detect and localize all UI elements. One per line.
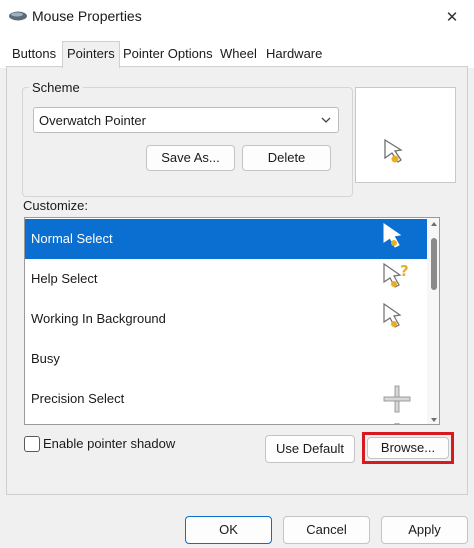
apply-button[interactable]: Apply: [381, 516, 468, 544]
tab-pointers[interactable]: Pointers: [62, 41, 120, 68]
help-cursor-icon: ?: [383, 263, 409, 288]
tab-buttons[interactable]: Buttons: [8, 44, 60, 66]
scheme-dropdown-value: Overwatch Pointer: [39, 113, 146, 128]
partial-cursor-icon: [394, 423, 400, 424]
arrow-cursor-icon: [383, 223, 402, 248]
scheme-group: [22, 87, 353, 197]
close-icon: ✕: [445, 9, 459, 26]
mouse-app-icon: [9, 11, 27, 21]
customize-label: Customize:: [23, 198, 89, 213]
list-item-label: Working In Background: [31, 311, 166, 326]
list-item-help-select[interactable]: Help Select ?: [25, 259, 427, 299]
dialog-footer: OK Cancel Apply: [0, 495, 474, 548]
mouse-properties-window: Mouse Properties ✕ Buttons Pointers Poin…: [0, 0, 474, 548]
svg-text:?: ?: [400, 263, 409, 280]
scroll-down-icon[interactable]: [430, 416, 438, 424]
list-item-precision-select[interactable]: Precision Select: [25, 379, 427, 419]
window-title: Mouse Properties: [32, 8, 142, 24]
browse-highlight-box: [362, 432, 454, 464]
tab-pointer-options[interactable]: Pointer Options: [119, 44, 217, 66]
list-scrollbar[interactable]: [427, 218, 439, 424]
list-item-partial: [25, 419, 427, 424]
working-cursor-icon: [383, 303, 402, 328]
list-item-label: Normal Select: [31, 231, 113, 246]
pointers-panel: Scheme Overwatch Pointer Save As... Dele…: [6, 67, 468, 495]
cursor-preview-box: [355, 87, 456, 183]
shadow-checkbox[interactable]: [24, 436, 40, 452]
title-bar: Mouse Properties ✕: [0, 0, 474, 34]
use-default-button[interactable]: Use Default: [265, 435, 355, 463]
list-item-working-in-background[interactable]: Working In Background: [25, 299, 427, 339]
scheme-dropdown[interactable]: Overwatch Pointer: [33, 107, 339, 133]
scroll-thumb[interactable]: [431, 238, 437, 290]
list-item-busy[interactable]: Busy: [25, 339, 427, 379]
list-item-normal-select[interactable]: Normal Select: [25, 219, 427, 259]
close-button[interactable]: ✕: [430, 0, 474, 34]
delete-button[interactable]: Delete: [242, 145, 331, 171]
ok-button[interactable]: OK: [185, 516, 272, 544]
list-item-label: Help Select: [31, 271, 98, 286]
tab-hardware[interactable]: Hardware: [262, 44, 326, 66]
save-as-button[interactable]: Save As...: [146, 145, 235, 171]
scheme-label: Scheme: [29, 80, 83, 95]
cursor-list[interactable]: Normal Select Help Select ? Working In B…: [24, 217, 440, 425]
tab-wheel[interactable]: Wheel: [216, 44, 261, 66]
cancel-button[interactable]: Cancel: [283, 516, 370, 544]
list-item-label: Precision Select: [31, 391, 125, 406]
chevron-down-icon: [321, 117, 331, 123]
list-item-label: Busy: [31, 351, 60, 366]
scroll-up-icon[interactable]: [430, 220, 438, 228]
preview-arrow-cursor-icon: [384, 138, 403, 163]
crosshair-cursor-icon: [383, 385, 411, 413]
shadow-checkbox-label: Enable pointer shadow: [43, 436, 176, 451]
tab-strip: Buttons Pointers Pointer Options Wheel H…: [0, 34, 474, 68]
